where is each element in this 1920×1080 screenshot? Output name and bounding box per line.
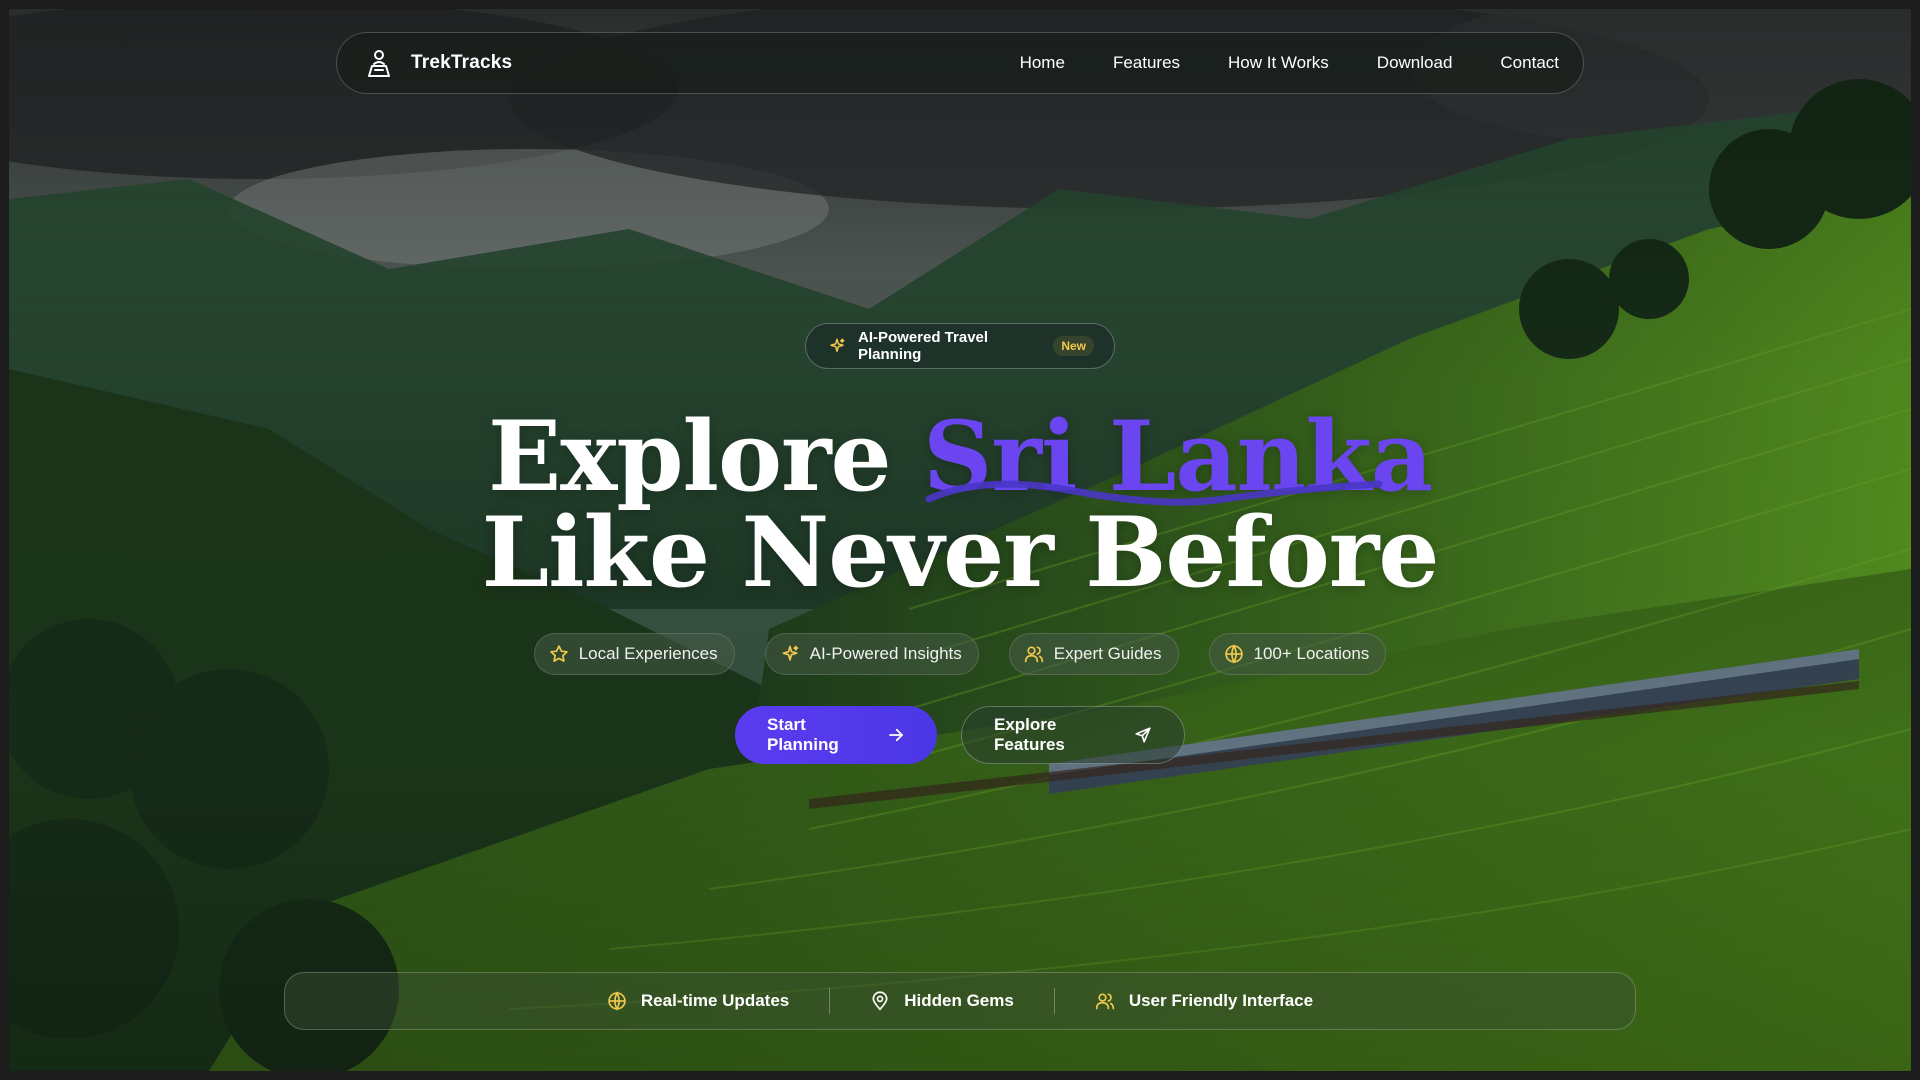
brand-name: TrekTracks bbox=[411, 52, 513, 73]
arrow-right-icon bbox=[887, 726, 905, 744]
highlight-label: User Friendly Interface bbox=[1128, 991, 1314, 1010]
new-tag: New bbox=[1053, 336, 1094, 356]
explore-features-button[interactable]: Explore Features bbox=[961, 706, 1185, 764]
highlight-label: Real-time Updates bbox=[640, 991, 790, 1010]
sparkles-icon bbox=[828, 337, 846, 355]
feature-chips: Local Experiences AI-Powered Insights Ex… bbox=[9, 633, 1911, 675]
highlight-label: Hidden Gems bbox=[904, 991, 1014, 1010]
map-pin-person-icon bbox=[363, 47, 395, 79]
chip-label: Local Experiences bbox=[578, 644, 718, 663]
highlight-hidden-gems: Hidden Gems bbox=[830, 991, 1054, 1011]
highlights-bar: Real-time Updates Hidden Gems User Frien… bbox=[284, 972, 1636, 1030]
chip-label: Expert Guides bbox=[1053, 644, 1162, 663]
chip-ai-insights: AI-Powered Insights bbox=[764, 633, 979, 675]
highlight-user-friendly: User Friendly Interface bbox=[1055, 991, 1353, 1011]
nav-links: Home Features How It Works Download Cont… bbox=[996, 53, 1559, 73]
chip-local-experiences: Local Experiences bbox=[533, 633, 735, 675]
send-icon bbox=[1134, 726, 1152, 744]
nav-link-features[interactable]: Features bbox=[1089, 53, 1204, 73]
hero-title-line2: Like Never Before bbox=[481, 496, 1440, 609]
star-icon bbox=[549, 644, 569, 664]
users-icon bbox=[1024, 644, 1044, 664]
start-planning-button[interactable]: Start Planning bbox=[735, 706, 937, 764]
start-planning-label: Start Planning bbox=[767, 715, 839, 754]
chip-expert-guides: Expert Guides bbox=[1008, 633, 1179, 675]
nav-link-download[interactable]: Download bbox=[1353, 53, 1477, 73]
map-pin-icon bbox=[870, 991, 890, 1011]
chip-label: 100+ Locations bbox=[1253, 644, 1370, 663]
chip-label: AI-Powered Insights bbox=[809, 644, 962, 663]
top-navbar: TrekTracks Home Features How It Works Do… bbox=[336, 32, 1584, 94]
badge-text: AI-Powered Travel Planning bbox=[858, 329, 989, 363]
nav-link-home[interactable]: Home bbox=[996, 53, 1089, 73]
brand[interactable]: TrekTracks bbox=[363, 47, 512, 79]
highlight-realtime-updates: Real-time Updates bbox=[567, 991, 829, 1011]
chip-locations: 100+ Locations bbox=[1208, 633, 1387, 675]
sparkles-icon bbox=[780, 644, 800, 664]
nav-link-how-it-works[interactable]: How It Works bbox=[1204, 53, 1353, 73]
page-frame: TrekTracks Home Features How It Works Do… bbox=[9, 9, 1911, 1071]
users-icon bbox=[1095, 991, 1115, 1011]
globe-icon bbox=[1224, 644, 1244, 664]
nav-link-contact[interactable]: Contact bbox=[1476, 53, 1559, 73]
explore-features-label: Explore Features bbox=[994, 715, 1065, 754]
globe-icon bbox=[607, 991, 627, 1011]
cta-group: Start Planning Explore Features bbox=[9, 706, 1911, 764]
ai-badge: AI-Powered Travel Planning New bbox=[805, 323, 1115, 369]
